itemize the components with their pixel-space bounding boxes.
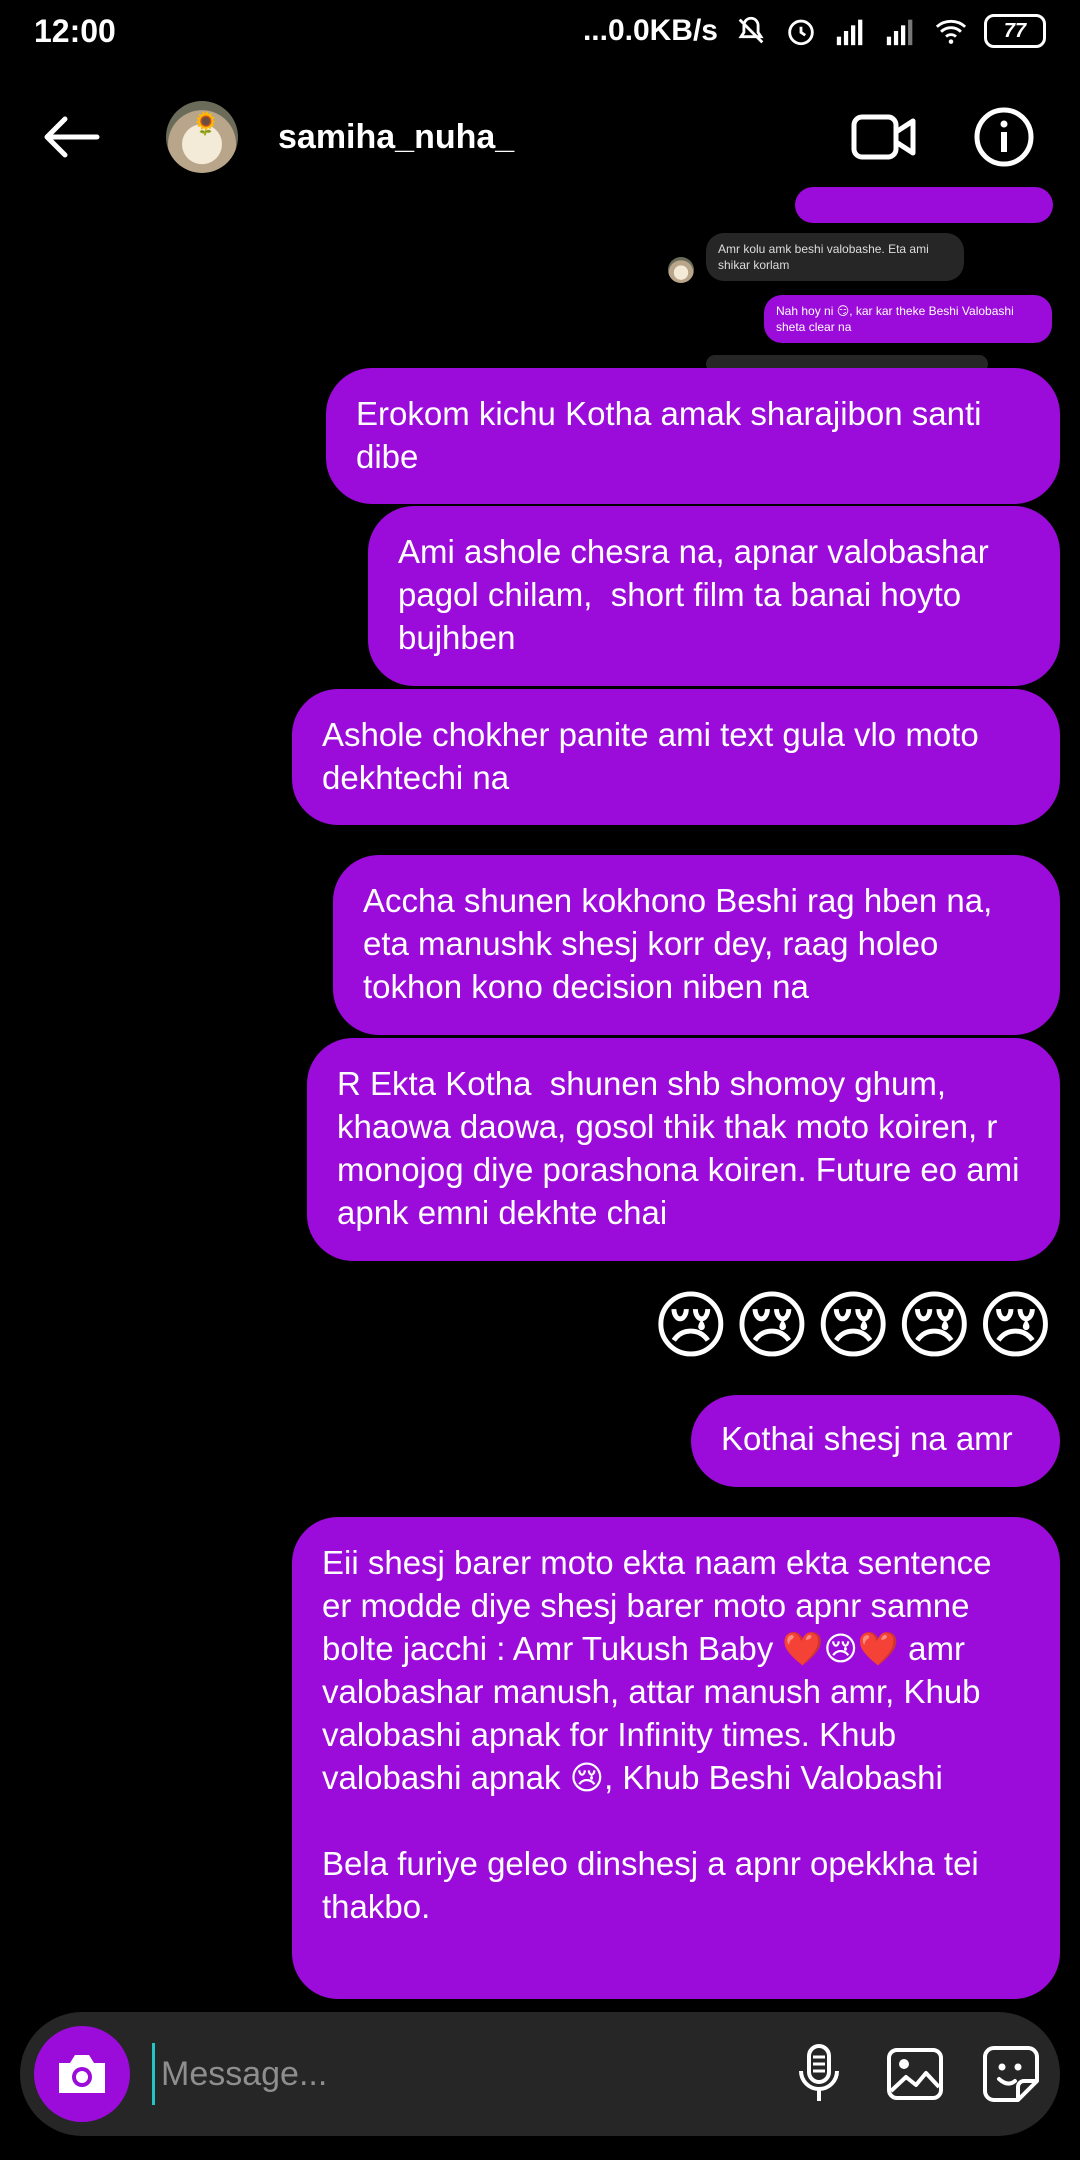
outgoing-message[interactable]: Erokom kichu Kotha amak sharajibon santi…	[326, 368, 1060, 504]
chat-username[interactable]: samiha_nuha_	[278, 118, 804, 157]
message-composer	[20, 2012, 1060, 2136]
sunflower-icon: 🌻	[192, 111, 220, 136]
emoji-message[interactable]: 😢😢😢😢😢	[652, 1283, 1058, 1369]
wifi-icon	[935, 19, 967, 44]
outgoing-message[interactable]: Ashole chokher panite ami text gula vlo …	[292, 689, 1060, 825]
gallery-button[interactable]	[880, 2039, 950, 2109]
video-call-button[interactable]	[844, 97, 924, 177]
outgoing-message[interactable]: R Ekta Kotha shunen shb shomoy ghum, kha…	[307, 1038, 1060, 1261]
outgoing-message[interactable]: Ami ashole chesra na, apnar valobashar p…	[368, 506, 1060, 686]
info-button[interactable]	[964, 97, 1044, 177]
avatar[interactable]: 🌻	[166, 101, 238, 173]
alarm-icon	[788, 19, 814, 46]
mini-avatar	[668, 257, 694, 283]
sticker-button[interactable]	[976, 2039, 1046, 2109]
message-bubble-clipped[interactable]	[795, 187, 1053, 223]
arrow-left-icon	[44, 116, 100, 158]
sticker-icon	[983, 2046, 1039, 2102]
status-icons: ...0.0KB/s 77	[583, 14, 1046, 48]
back-button[interactable]	[36, 102, 106, 172]
outgoing-message[interactable]: Nah hoy ni 😏, kar kar theke Beshi Valoba…	[764, 295, 1052, 343]
incoming-message[interactable]: Amr kolu amk beshi valobashe. Eta ami sh…	[706, 233, 964, 281]
signal-icon	[836, 19, 863, 46]
camera-icon	[59, 2055, 105, 2093]
outgoing-message[interactable]: Accha shunen kokhono Beshi rag hben na, …	[333, 855, 1060, 1035]
network-speed: ...0.0KB/s	[582, 14, 718, 47]
status-bar: 12:00 ...0.0KB/s 77	[0, 0, 1080, 62]
mute-icon	[738, 16, 764, 44]
microphone-button[interactable]	[784, 2039, 854, 2109]
outgoing-message[interactable]: Kothai shesj na amr	[691, 1395, 1060, 1487]
signal-icon-2	[886, 19, 913, 46]
outgoing-message[interactable]: Eii shesj barer moto ekta naam ekta sent…	[292, 1517, 1060, 1999]
video-call-icon	[851, 114, 916, 160]
message-thread[interactable]: Amr kolu amk beshi valobashe. Eta ami sh…	[0, 187, 1080, 2005]
microphone-icon	[799, 2044, 839, 2101]
camera-button[interactable]	[34, 2026, 130, 2122]
info-icon	[974, 107, 1034, 167]
battery-indicator: 77	[984, 14, 1046, 48]
message-input[interactable]	[152, 2043, 758, 2105]
status-time: 12:00	[34, 12, 116, 49]
gallery-icon	[887, 2048, 943, 2100]
